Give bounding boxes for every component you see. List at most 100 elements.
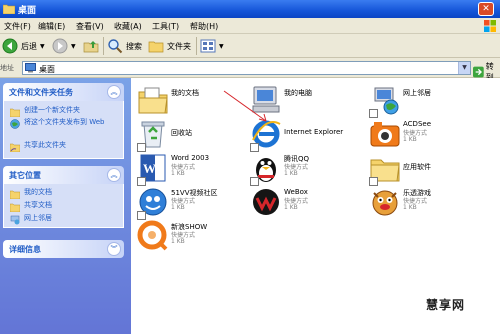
- panel-header[interactable]: 文件和文件夹任务 ︽: [3, 83, 124, 101]
- menu-view[interactable]: 查看(V): [76, 21, 104, 32]
- place-shared-documents[interactable]: 共享文档: [10, 201, 52, 212]
- folders-button[interactable]: 文件夹: [148, 36, 191, 56]
- menu-edit[interactable]: 编辑(E): [38, 21, 65, 32]
- item-size: 1 KB: [284, 170, 298, 177]
- close-button[interactable]: ✕: [478, 2, 494, 16]
- menu-help[interactable]: 帮助(H): [190, 21, 218, 32]
- window-title: 桌面: [18, 6, 37, 16]
- panel-title: 详细信息: [9, 245, 41, 254]
- webox-icon: [253, 189, 279, 215]
- watermark: 慧享网: [426, 298, 466, 312]
- back-label: 后退: [21, 41, 37, 51]
- item-size: 1 KB: [171, 204, 185, 211]
- go-arrow-icon: [473, 66, 484, 78]
- address-bar: 地址 桌面 ▼ 转到: [0, 58, 500, 82]
- back-arrow-icon: [2, 38, 18, 54]
- item-size: 1 KB: [403, 204, 417, 211]
- address-dropdown-button[interactable]: ▼: [458, 62, 470, 74]
- item-size: 1 KB: [403, 136, 417, 143]
- search-button[interactable]: 搜索: [107, 36, 142, 56]
- task-publish-web[interactable]: 将这个文件夹发布到 Web: [10, 118, 119, 129]
- expand-chevron-icon[interactable]: ︾: [107, 242, 121, 256]
- item-name: Internet Explorer: [284, 128, 344, 136]
- other-places-panel: 其它位置 ︽ 我的文档 共享文档 网上邻居: [3, 166, 124, 228]
- shortcut-arrow-icon: [250, 143, 259, 152]
- sina-show-icon: [137, 220, 168, 251]
- menu-favorites[interactable]: 收藏(A): [114, 21, 142, 32]
- item-name: 回收站: [171, 129, 192, 137]
- toolbar-separator: [103, 37, 104, 55]
- annotation-arrow: [223, 90, 267, 122]
- item-name: 我的文档: [171, 89, 199, 97]
- chevron-down-icon[interactable]: ▼: [219, 43, 224, 50]
- address-field[interactable]: 桌面 ▼: [22, 61, 471, 75]
- collapse-chevron-icon[interactable]: ︽: [107, 168, 121, 182]
- chevron-down-icon[interactable]: ▼: [40, 43, 45, 50]
- shortcut-arrow-icon: [250, 177, 259, 186]
- shortcut-arrow-icon: [137, 143, 146, 152]
- item-name: WeBox: [284, 188, 308, 196]
- new-folder-icon: [10, 108, 20, 117]
- menu-file[interactable]: 文件(F): [4, 21, 31, 32]
- file-tasks-panel: 文件和文件夹任务 ︽ 创建一个新文件夹 将这个文件夹发布到 Web 共享此文件夹: [3, 83, 124, 159]
- place-my-documents[interactable]: 我的文档: [10, 188, 52, 199]
- toolbar: 后退 ▼ ▼ 搜索 文件夹 ▼: [0, 34, 500, 58]
- forward-arrow-icon: [52, 38, 68, 54]
- item-name: ACDSee: [403, 120, 431, 128]
- place-label: 我的文档: [24, 188, 52, 196]
- toolbar-separator: [196, 37, 197, 55]
- views-button[interactable]: ▼: [200, 36, 224, 56]
- task-pane: 文件和文件夹任务 ︽ 创建一个新文件夹 将这个文件夹发布到 Web 共享此文件夹…: [0, 78, 131, 334]
- shortcut-arrow-icon: [137, 177, 146, 186]
- details-panel: 详细信息 ︾: [3, 240, 124, 258]
- title-bar: 桌面 ✕: [0, 0, 500, 18]
- folders-icon: [148, 41, 164, 53]
- place-network[interactable]: 网上邻居: [10, 214, 52, 225]
- globe-icon: [10, 119, 20, 129]
- collapse-chevron-icon[interactable]: ︽: [107, 85, 121, 99]
- item-size: 1 KB: [171, 170, 185, 177]
- item-name: 我的电脑: [284, 89, 312, 97]
- lottery-game-icon: [372, 190, 398, 216]
- address-label: 地址: [0, 64, 14, 72]
- menu-bar: 文件(F) 编辑(E) 查看(V) 收藏(A) 工具(T) 帮助(H): [0, 18, 500, 34]
- shortcut-arrow-icon: [137, 211, 146, 220]
- up-folder-button[interactable]: [83, 36, 99, 56]
- search-label: 搜索: [126, 41, 142, 51]
- shortcut-arrow-icon: [369, 177, 378, 186]
- shared-folder-icon: [10, 203, 20, 212]
- item-name: Word 2003: [171, 154, 210, 162]
- up-folder-icon: [83, 41, 99, 53]
- panel-body: 创建一个新文件夹 将这个文件夹发布到 Web 共享此文件夹: [3, 101, 124, 159]
- views-icon: [200, 39, 216, 53]
- search-icon: [108, 39, 123, 54]
- item-name: 网上邻居: [403, 89, 431, 97]
- panel-header[interactable]: 其它位置 ︽: [3, 166, 124, 184]
- task-new-folder[interactable]: 创建一个新文件夹: [10, 106, 80, 117]
- my-documents-icon: [138, 87, 168, 114]
- windows-logo-icon: [484, 20, 496, 32]
- network-icon: [10, 215, 20, 225]
- address-value: 桌面: [39, 65, 55, 74]
- chevron-down-icon[interactable]: ▼: [71, 43, 76, 50]
- forward-button[interactable]: ▼: [52, 36, 76, 56]
- desktop-icon: [25, 63, 36, 73]
- task-label: 共享此文件夹: [24, 141, 66, 149]
- svg-text:W: W: [143, 161, 156, 176]
- place-label: 网上邻居: [24, 214, 52, 222]
- task-label: 将这个文件夹发布到 Web: [24, 118, 105, 126]
- panel-header[interactable]: 详细信息 ︾: [3, 240, 124, 258]
- task-label: 创建一个新文件夹: [24, 106, 80, 114]
- folders-label: 文件夹: [167, 41, 191, 51]
- folder-icon: [3, 4, 15, 14]
- task-share-folder[interactable]: 共享此文件夹: [10, 141, 66, 152]
- item-name: 应用软件: [403, 163, 431, 171]
- shortcut-arrow-icon: [369, 109, 378, 118]
- back-button[interactable]: 后退 ▼: [2, 36, 45, 56]
- panel-title: 文件和文件夹任务: [9, 88, 73, 97]
- item-size: 1 KB: [171, 238, 185, 245]
- documents-folder-icon: [10, 190, 20, 199]
- share-folder-icon: [10, 143, 20, 152]
- menu-tools[interactable]: 工具(T): [152, 21, 179, 32]
- panel-body: 我的文档 共享文档 网上邻居: [3, 184, 124, 228]
